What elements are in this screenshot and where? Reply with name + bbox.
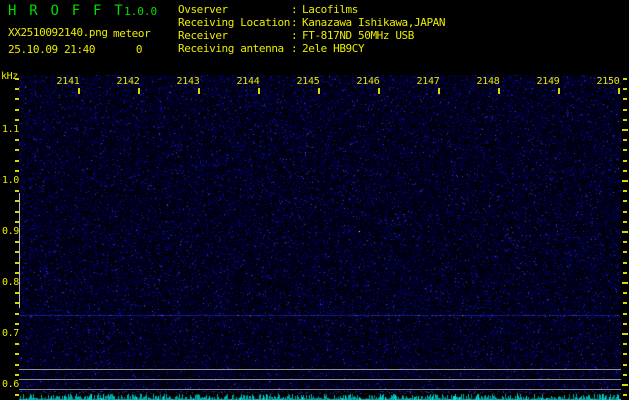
time-tick [438, 88, 440, 94]
freq-minor-tick [623, 200, 627, 202]
output-filename: XX2510092140.png [8, 26, 108, 39]
time-tick [318, 88, 320, 94]
freq-axis-unit-label: kHz [1, 71, 18, 82]
freq-minor-tick [623, 374, 627, 376]
spectrogram-noise-canvas [19, 75, 621, 392]
time-tick-label: 2146 [356, 76, 380, 87]
app-title: H R O F F T [8, 3, 125, 19]
freq-minor-tick [623, 241, 627, 243]
freq-minor-tick [623, 78, 627, 80]
time-tick-label: 2141 [56, 76, 80, 87]
station-info-colon: : [291, 29, 298, 42]
time-tick-label: 2145 [296, 76, 320, 87]
freq-major-tick [622, 180, 628, 182]
time-tick [78, 88, 80, 94]
freq-minor-tick [623, 170, 627, 172]
meteor-count-value: 0 [135, 43, 143, 56]
freq-minor-tick [623, 190, 627, 192]
station-info-value: Kanazawa Ishikawa,JAPAN [302, 16, 446, 29]
time-tick [198, 88, 200, 94]
freq-minor-tick [623, 292, 627, 294]
time-tick [558, 88, 560, 94]
time-tick [138, 88, 140, 94]
time-tick [498, 88, 500, 94]
freq-minor-tick [623, 251, 627, 253]
station-info-label: Ovserver [178, 3, 228, 16]
station-info-colon: : [291, 3, 298, 16]
freq-major-tick [622, 333, 628, 335]
time-tick [378, 88, 380, 94]
station-info-row: Receiver: FT-817ND 50MHz USB [178, 29, 414, 42]
level-reference-line [19, 369, 621, 370]
station-info-label: Receiving Location [178, 16, 291, 29]
freq-minor-tick [623, 160, 627, 162]
time-tick-label: 2142 [116, 76, 140, 87]
freq-minor-tick [623, 221, 627, 223]
freq-major-tick [622, 129, 628, 131]
freq-minor-tick [623, 313, 627, 315]
station-info-row: Receiving Location: Kanazawa Ishikawa,JAP… [178, 16, 446, 29]
freq-minor-tick [623, 353, 627, 355]
freq-minor-tick [623, 98, 627, 100]
station-info-row: Receiving antenna:2ele HB9CY [178, 42, 365, 55]
station-info-colon: : [291, 16, 298, 29]
app-version: 1.0.0 [124, 5, 158, 18]
station-info-value: FT-817ND 50MHz USB [302, 29, 415, 42]
time-tick-label: 2148 [476, 76, 500, 87]
mode-label: meteor [113, 27, 151, 40]
station-info-row: Ovserver: Lacofilms [178, 3, 358, 16]
station-info-value: Lacofilms [302, 3, 359, 16]
freq-minor-tick [623, 323, 627, 325]
freq-minor-tick [623, 343, 627, 345]
freq-minor-tick [623, 211, 627, 213]
freq-minor-tick [623, 119, 627, 121]
freq-minor-tick [623, 394, 627, 396]
freq-minor-tick [623, 88, 627, 90]
signal-level-strip-canvas [19, 391, 621, 400]
level-reference-line [19, 379, 621, 380]
time-tick-label: 2149 [536, 76, 560, 87]
freq-minor-tick [623, 139, 627, 141]
freq-minor-tick [623, 364, 627, 366]
station-info-label: Receiver [178, 29, 228, 42]
station-info-colon: : [291, 42, 298, 55]
level-reference-line [19, 389, 621, 390]
time-tick-label: 2147 [416, 76, 440, 87]
freq-minor-tick [623, 109, 627, 111]
time-tick-label: 2143 [176, 76, 200, 87]
detection-window-marker [19, 193, 20, 308]
freq-minor-tick [623, 272, 627, 274]
time-tick-label: 2150 [596, 76, 620, 87]
hrofft-window: H R O F F T 1.0.0 XX2510092140.png meteo… [0, 0, 629, 400]
spectrogram-area: 2141 2142 2143 2144 2145 2146 2147 2148 2149 2150 [19, 75, 621, 392]
freq-major-tick [622, 231, 628, 233]
datetime-label: 25.10.09 21:40 [8, 43, 96, 56]
station-info-value: 2ele HB9CY [302, 42, 365, 55]
freq-minor-tick [623, 149, 627, 151]
time-tick [618, 88, 620, 94]
freq-minor-tick [623, 262, 627, 264]
station-info-label: Receiving antenna [178, 42, 284, 55]
time-tick [258, 88, 260, 94]
freq-major-tick [622, 384, 628, 386]
time-tick-label: 2144 [236, 76, 260, 87]
freq-minor-tick [623, 302, 627, 304]
freq-major-tick [622, 282, 628, 284]
